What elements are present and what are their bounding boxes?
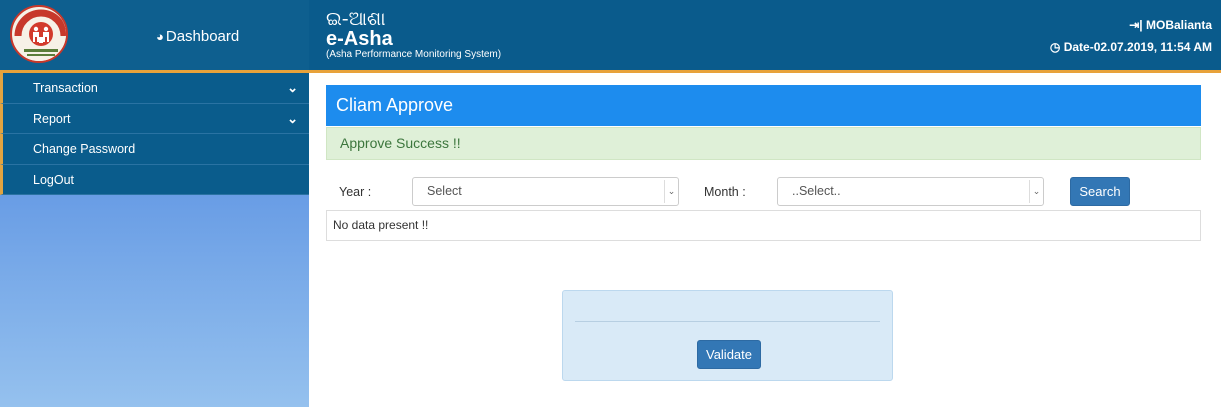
app-subtitle: (Asha Performance Monitoring System) (326, 49, 502, 60)
datetime-text: Date-02.07.2019, 11:54 AM (1063, 40, 1212, 54)
validate-panel: Validate (562, 290, 893, 381)
sign-out-icon: ⇥ (1129, 18, 1140, 32)
app-title: e-Asha (326, 28, 393, 50)
month-select-value: ..Select.. (792, 184, 841, 198)
sidebar-item-label: LogOut (33, 172, 75, 187)
sidebar: Transaction ⌄ Report ⌄ Change Password L… (0, 73, 309, 407)
year-label: Year : (339, 185, 372, 199)
chevron-down-icon: ⌄ (287, 110, 298, 126)
tachometer-icon: ◕ (156, 29, 164, 44)
sidebar-item-change-password[interactable]: Change Password (0, 134, 309, 165)
chevron-down-icon: ⌄ (287, 80, 298, 95)
clock-icon: ◷ (1049, 40, 1061, 54)
no-data-message: No data present !! (326, 210, 1201, 241)
user-logout-link[interactable]: ⇥| MOBalianta (1129, 18, 1212, 32)
dashboard-link[interactable]: ◕ Dashboard (156, 28, 239, 45)
divider (575, 321, 880, 322)
chevron-down-icon: ⌄ (664, 180, 678, 203)
page: ◕ Dashboard ଇ-ଆଶା e-Asha (Asha Performanc… (0, 0, 1221, 407)
nrhm-emblem-icon (14, 9, 66, 61)
year-select-value: Select (427, 184, 462, 198)
year-select[interactable]: Select ⌄ (412, 177, 679, 206)
chevron-down-icon: ⌄ (1029, 180, 1043, 203)
nrhm-logo[interactable] (10, 5, 68, 63)
panel-title: Cliam Approve (326, 85, 1201, 126)
brand-area: ◕ Dashboard (0, 0, 309, 70)
app-title-odia: ଇ-ଆଶା (326, 8, 386, 30)
datetime-display: ◷ Date-02.07.2019, 11:54 AM (1050, 40, 1212, 54)
search-button[interactable]: Search (1070, 177, 1130, 206)
sidebar-item-label: Change Password (33, 142, 136, 156)
sidebar-menu: Transaction ⌄ Report ⌄ Change Password L… (0, 73, 309, 195)
dashboard-label: Dashboard (165, 28, 240, 45)
app-title-block: ଇ-ଆଶା e-Asha (Asha Performance Monitorin… (326, 9, 501, 61)
sidebar-item-transaction[interactable]: Transaction ⌄ (0, 73, 309, 104)
top-header: ◕ Dashboard ଇ-ଆଶା e-Asha (Asha Performanc… (0, 0, 1221, 73)
sidebar-item-label: Transaction (33, 81, 98, 95)
month-select[interactable]: ..Select.. ⌄ (777, 177, 1044, 206)
sidebar-item-label: Report (33, 111, 71, 126)
month-label: Month : (704, 185, 746, 199)
validate-button[interactable]: Validate (697, 340, 761, 369)
sidebar-item-report[interactable]: Report ⌄ (0, 103, 309, 134)
sidebar-item-logout[interactable]: LogOut (0, 164, 309, 195)
success-alert: Approve Success !! (326, 127, 1201, 160)
user-name: MOBalianta (1145, 18, 1212, 32)
